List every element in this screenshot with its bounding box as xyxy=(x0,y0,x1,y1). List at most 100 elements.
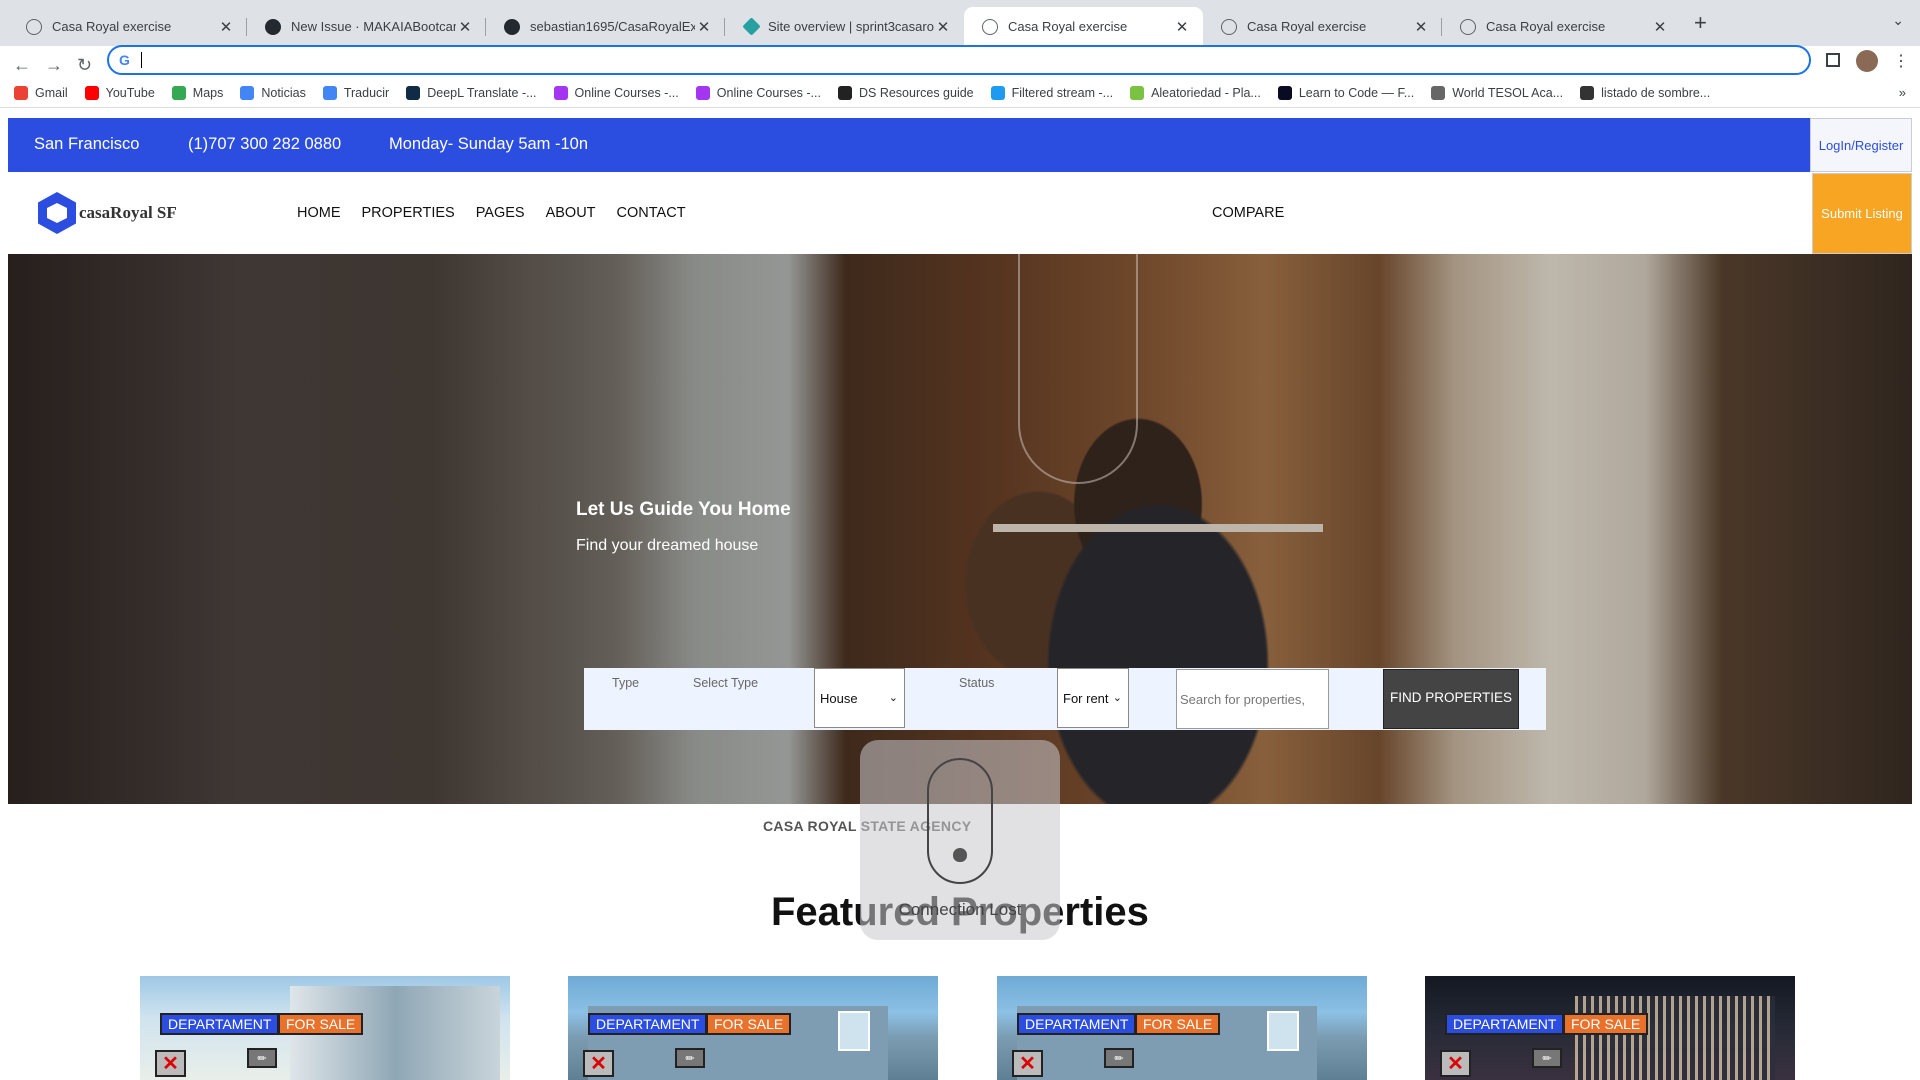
apple-icon xyxy=(953,848,967,862)
delete-icon[interactable]: ✕ xyxy=(1012,1050,1043,1077)
status-badge: FOR SALE xyxy=(706,1013,792,1035)
more-bookmarks-icon[interactable]: » xyxy=(1899,85,1906,100)
close-icon[interactable]: ✕ xyxy=(1412,18,1430,36)
chevron-down-icon: ⌄ xyxy=(1112,692,1122,704)
nav-item-pages[interactable]: PAGES xyxy=(476,205,525,221)
mouse-icon xyxy=(927,758,993,884)
bookmark-label: Maps xyxy=(192,86,224,100)
bookmark-item[interactable]: World TESOL Aca... xyxy=(1431,86,1563,100)
bookmark-label: listado de sombre... xyxy=(1601,86,1711,100)
back-icon[interactable]: ← xyxy=(13,55,31,76)
hours-label: Monday- Sunday 5am -10n xyxy=(389,135,589,153)
bookmark-item[interactable]: Online Courses -... xyxy=(553,86,679,100)
bookmark-item[interactable]: Aleatoriedad - Pla... xyxy=(1130,86,1261,100)
edit-icon[interactable]: ✏ xyxy=(247,1048,277,1068)
side-panel-icon[interactable] xyxy=(1826,53,1840,67)
bookmark-label: Learn to Code — F... xyxy=(1298,86,1415,100)
property-card[interactable]: DEPARTAMENT FOR SALE ✕ ✏ xyxy=(568,976,938,1080)
bookmark-icon xyxy=(240,86,255,100)
nav-item-contact[interactable]: CONTACT xyxy=(617,205,686,221)
forward-icon[interactable]: → xyxy=(45,55,63,76)
bookmark-icon xyxy=(695,86,710,100)
bookmark-item[interactable]: DeepL Translate -... xyxy=(406,86,537,100)
bookmark-item[interactable]: Filtered stream -... xyxy=(990,86,1114,100)
find-properties-button[interactable]: FIND PROPERTIES xyxy=(1383,669,1519,729)
kebab-menu-icon[interactable]: ⋮ xyxy=(1893,51,1909,71)
bookmark-icon xyxy=(553,86,568,100)
close-icon[interactable]: ✕ xyxy=(217,18,235,36)
bookmark-label: World TESOL Aca... xyxy=(1452,86,1564,100)
bookmark-item[interactable]: DS Resources guide xyxy=(837,86,974,100)
close-icon[interactable]: ✕ xyxy=(934,18,952,36)
bookmark-icon xyxy=(990,86,1005,100)
search-placeholder: Search for properties, xyxy=(1180,691,1306,707)
bookmark-icon xyxy=(406,86,421,100)
close-icon[interactable]: ✕ xyxy=(695,18,713,36)
bookmark-item[interactable]: Traducir xyxy=(322,86,389,100)
bookmark-label: DeepL Translate -... xyxy=(427,86,537,100)
status-label: Status xyxy=(959,676,995,690)
browser-tab[interactable]: Casa Royal exercise ✕ xyxy=(8,7,247,46)
hexagon-logo-icon xyxy=(38,192,76,234)
bookmark-item[interactable]: Gmail xyxy=(14,86,68,100)
close-icon[interactable]: ✕ xyxy=(1173,18,1191,36)
edit-icon[interactable]: ✏ xyxy=(1532,1048,1562,1068)
type-select[interactable]: House ⌄ xyxy=(814,668,905,728)
delete-icon[interactable]: ✕ xyxy=(1440,1050,1471,1077)
browser-tab[interactable]: sebastian1695/CasaRoyalEx: c ✕ xyxy=(486,7,725,46)
globe-icon xyxy=(26,18,42,35)
browser-tab[interactable]: New Issue · MAKAIABootcamp ✕ xyxy=(247,7,486,46)
delete-icon[interactable]: ✕ xyxy=(155,1050,186,1077)
property-card[interactable]: DEPARTAMENT FOR SALE ✕ ✏ xyxy=(997,976,1367,1080)
submit-listing-button[interactable]: Submit Listing xyxy=(1812,173,1912,254)
nav-item-properties[interactable]: PROPERTIES xyxy=(362,205,455,221)
edit-icon[interactable]: ✏ xyxy=(675,1048,705,1068)
browser-tab[interactable]: Site overview | sprint3casaroya ✕ xyxy=(725,7,964,46)
type-badge: DEPARTAMENT xyxy=(1017,1013,1137,1035)
overlay-message: Connection Lost xyxy=(898,900,1022,919)
bookmark-icon xyxy=(1130,86,1145,100)
reload-icon[interactable]: ↻ xyxy=(77,55,92,76)
browser-tab-active[interactable]: Casa Royal exercise ✕ xyxy=(964,7,1203,46)
type-badge: DEPARTAMENT xyxy=(588,1013,708,1035)
compare-link[interactable]: COMPARE xyxy=(1212,205,1284,221)
bookmarks-bar: Gmail YouTube Maps Noticias Traducir DeepL Tr… xyxy=(0,79,1920,108)
property-card[interactable]: DEPARTAMENT FOR SALE ✕ ✏ xyxy=(1425,976,1795,1080)
close-icon[interactable]: ✕ xyxy=(456,18,474,36)
address-bar[interactable]: G xyxy=(107,45,1811,75)
browser-tab[interactable]: Casa Royal exercise ✕ xyxy=(1442,7,1681,46)
type-select-value: House xyxy=(820,690,858,706)
chevron-down-icon[interactable]: ⌄ xyxy=(1892,12,1904,29)
nav-item-home[interactable]: HOME xyxy=(297,205,341,221)
bookmark-item[interactable]: Learn to Code — F... xyxy=(1277,86,1415,100)
site-logo[interactable]: casaRoyal SF xyxy=(38,192,177,234)
hero-heading: Let Us Guide You Home xyxy=(576,499,791,520)
connection-lost-overlay: Connection Lost xyxy=(860,740,1060,940)
bookmark-item[interactable]: Noticias xyxy=(240,86,306,100)
delete-icon[interactable]: ✕ xyxy=(583,1050,614,1077)
status-select[interactable]: For rent ⌄ xyxy=(1057,668,1129,728)
profile-avatar[interactable] xyxy=(1856,50,1878,72)
bookmark-icon xyxy=(84,86,99,100)
login-register-link[interactable]: LogIn/Register xyxy=(1810,118,1912,172)
new-tab-icon[interactable]: + xyxy=(1694,10,1707,36)
google-icon: G xyxy=(119,52,130,68)
bookmark-icon xyxy=(14,86,28,100)
tab-title: Casa Royal exercise xyxy=(1247,19,1367,34)
bookmark-label: Noticias xyxy=(261,86,306,100)
property-search-input[interactable]: Search for properties, xyxy=(1176,669,1329,729)
edit-icon[interactable]: ✏ xyxy=(1104,1048,1134,1068)
bookmark-label: Gmail xyxy=(35,86,68,100)
browser-tab[interactable]: Casa Royal exercise ✕ xyxy=(1203,7,1442,46)
text-caret xyxy=(141,52,142,68)
bookmark-item[interactable]: Maps xyxy=(171,86,224,100)
bookmark-item[interactable]: listado de sombre... xyxy=(1580,86,1710,100)
nav-item-about[interactable]: ABOUT xyxy=(546,205,596,221)
property-card[interactable]: DEPARTAMENT FOR SALE ✕ ✏ xyxy=(140,976,510,1080)
status-badge: FOR SALE xyxy=(1563,1013,1649,1035)
bookmark-label: Filtered stream -... xyxy=(1011,86,1114,100)
bookmark-item[interactable]: YouTube xyxy=(84,86,155,100)
bookmark-label: Online Courses -... xyxy=(574,86,679,100)
bookmark-item[interactable]: Online Courses -... xyxy=(695,86,821,100)
close-icon[interactable]: ✕ xyxy=(1651,18,1669,36)
